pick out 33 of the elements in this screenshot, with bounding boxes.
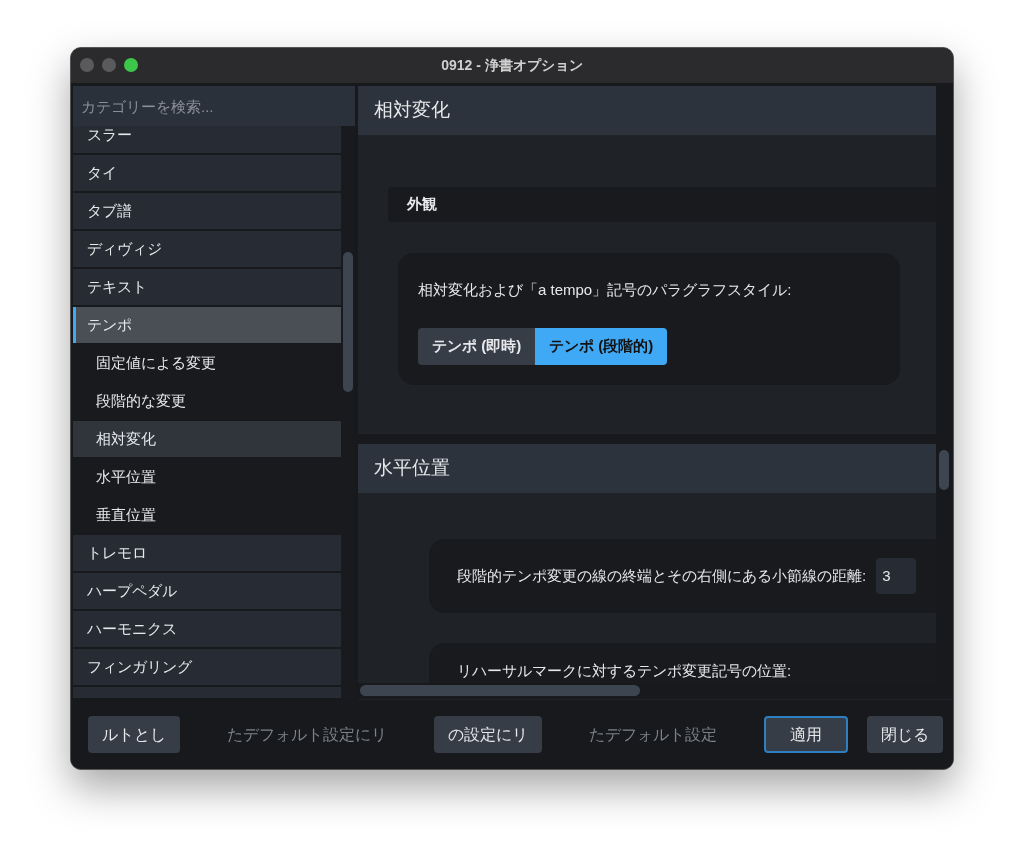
- category-item[interactable]: フィンガリング: [73, 649, 341, 685]
- option-label: 相対変化および「a tempo」記号のパラグラフスタイル:: [418, 280, 793, 300]
- category-item[interactable]: タブ譜: [73, 193, 341, 229]
- category-item[interactable]: スラー: [73, 126, 341, 153]
- category-item[interactable]: トレモロ: [73, 535, 341, 571]
- zoom-icon[interactable]: [124, 58, 138, 72]
- category-item[interactable]: 相対変化: [73, 421, 341, 457]
- selection-indicator: [73, 307, 76, 343]
- scrollbar-thumb[interactable]: [360, 685, 640, 696]
- footer-button[interactable]: 閉じる: [867, 716, 943, 753]
- scrollbar-thumb[interactable]: [939, 450, 949, 490]
- style-toggle[interactable]: テンポ (段階的): [535, 327, 668, 365]
- category-item[interactable]: タイ: [73, 155, 341, 191]
- section-header: 相対変化: [358, 86, 936, 135]
- search-field[interactable]: カテゴリーを検索...: [73, 86, 355, 126]
- category-item[interactable]: ハーモニクス: [73, 611, 341, 647]
- option-label: 段階的テンポ変更の線の終端とその右側にある小節線の距離:: [457, 565, 867, 586]
- category-item[interactable]: テキスト: [73, 269, 341, 305]
- category-item[interactable]: ハープペダル: [73, 573, 341, 609]
- minimize-icon[interactable]: [102, 58, 116, 72]
- scrollbar-thumb[interactable]: [343, 252, 353, 392]
- window-title: 0912 - 浄書オプション: [441, 56, 583, 75]
- footer-button[interactable]: の設定にリ: [434, 716, 542, 753]
- option-label: リハーサルマークに対するテンポ変更記号の位置:: [457, 662, 792, 679]
- category-item[interactable]: ディヴィジ: [73, 231, 341, 267]
- footer-button[interactable]: ルトとし: [88, 716, 180, 753]
- close-icon[interactable]: [80, 58, 94, 72]
- section-header: 水平位置: [358, 444, 936, 493]
- group-header: 外観: [388, 187, 936, 222]
- category-item[interactable]: テンポ: [73, 307, 341, 343]
- footer-button[interactable]: 適用: [764, 716, 848, 753]
- style-toggle[interactable]: テンポ (即時): [418, 327, 536, 365]
- distance-field[interactable]: 3: [876, 558, 917, 594]
